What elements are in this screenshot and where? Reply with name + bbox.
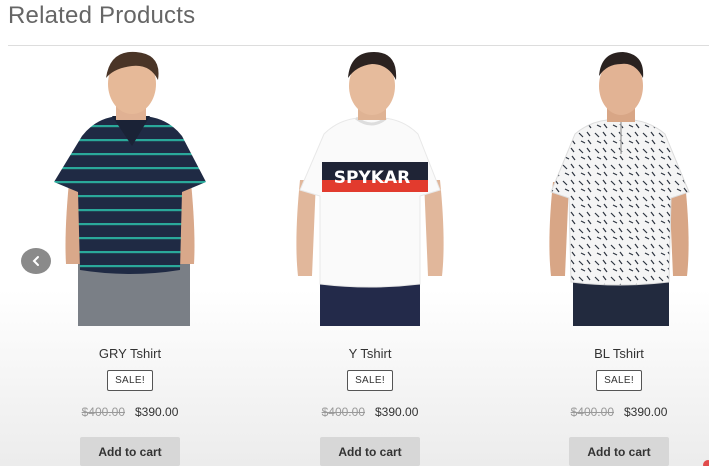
product-image[interactable]: SPYKAR: [280, 50, 460, 326]
model-y-tshirt-image: SPYKAR: [296, 52, 444, 326]
model-gry-tshirt-image: [54, 51, 206, 326]
sale-price: $390.00: [135, 405, 179, 419]
sale-badge: SALE!: [347, 370, 393, 391]
price-row: $400.00 $390.00: [82, 405, 179, 419]
sale-price: $390.00: [624, 405, 668, 419]
section-title: Related Products: [8, 2, 196, 29]
chevron-left-icon: [32, 256, 39, 266]
original-price: $400.00: [321, 405, 365, 419]
sale-badge: SALE!: [596, 370, 642, 391]
carousel-prev-button[interactable]: [21, 248, 51, 274]
add-to-cart-button[interactable]: Add to cart: [80, 437, 180, 466]
add-to-cart-button[interactable]: Add to cart: [569, 437, 669, 466]
price-row: $400.00 $390.00: [322, 405, 419, 419]
original-price: $400.00: [570, 405, 614, 419]
product-card: GRY Tshirt SALE! $400.00 $390.00 Add to …: [40, 50, 220, 466]
divider: [8, 45, 709, 46]
model-bl-tshirt-image: [549, 52, 690, 326]
related-products-page: Related Products GRY Tshirt SALE! $400.0…: [0, 0, 709, 466]
product-image[interactable]: [40, 50, 220, 326]
notification-dot: [703, 460, 709, 466]
product-image[interactable]: [529, 50, 709, 326]
original-price: $400.00: [81, 405, 125, 419]
product-name[interactable]: BL Tshirt: [594, 346, 644, 361]
sale-price: $390.00: [375, 405, 419, 419]
product-name[interactable]: GRY Tshirt: [99, 346, 161, 361]
product-name[interactable]: Y Tshirt: [349, 346, 392, 361]
sale-badge: SALE!: [107, 370, 153, 391]
product-card: SPYKAR Y Tshirt SALE! $400.00 $390.00 Ad…: [280, 50, 460, 466]
add-to-cart-button[interactable]: Add to cart: [320, 437, 420, 466]
shirt-print-text: SPYKAR: [334, 168, 410, 188]
price-row: $400.00 $390.00: [571, 405, 668, 419]
product-card: BL Tshirt SALE! $400.00 $390.00 Add to c…: [529, 50, 709, 466]
